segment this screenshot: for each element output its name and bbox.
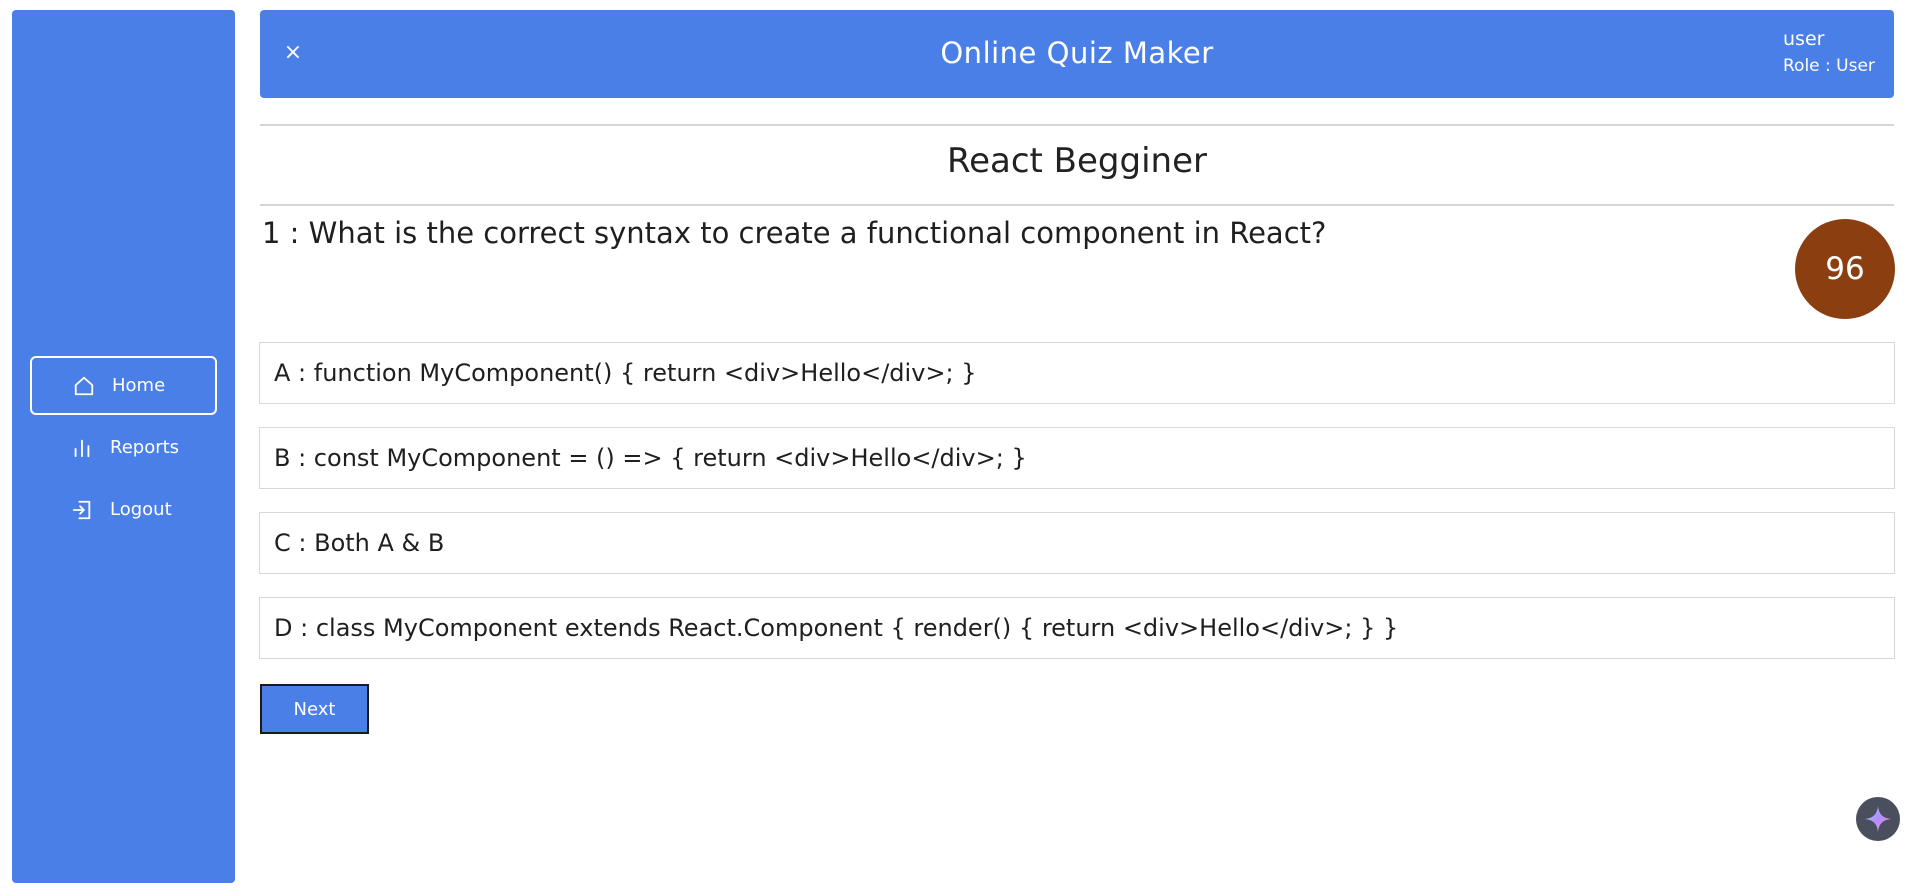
option-b[interactable]: B : const MyComponent = () => { return <…: [259, 427, 1895, 489]
option-a[interactable]: A : function MyComponent() { return <div…: [259, 342, 1895, 404]
sidebar-item-label: Reports: [110, 437, 180, 458]
assistant-button[interactable]: [1856, 797, 1900, 841]
divider: [260, 124, 1894, 126]
sidebar-item-reports[interactable]: Reports: [30, 418, 217, 477]
sidebar-item-label: Logout: [110, 499, 172, 520]
sidebar-item-home[interactable]: Home: [30, 356, 217, 415]
quiz-title: React Begginer: [947, 141, 1207, 181]
sidebar-item-label: Home: [112, 375, 166, 396]
user-role: Role : User: [1783, 56, 1875, 76]
user-info: user Role : User: [1783, 26, 1875, 80]
user-name: user: [1783, 28, 1825, 50]
question-text: 1 : What is the correct syntax to create…: [262, 216, 1327, 250]
app-title: Online Quiz Maker: [940, 36, 1214, 70]
option-d[interactable]: D : class MyComponent extends React.Comp…: [259, 597, 1895, 659]
bar-chart-icon: [70, 436, 94, 460]
timer-badge: 96: [1795, 219, 1895, 319]
option-c[interactable]: C : Both A & B: [259, 512, 1895, 574]
app-header: × Online Quiz Maker user Role : User: [260, 10, 1894, 98]
sidebar: Home Reports Logout: [12, 10, 235, 883]
sparkle-icon: [1864, 805, 1892, 833]
next-button[interactable]: Next: [260, 684, 369, 734]
divider: [260, 204, 1894, 206]
logout-icon: [70, 498, 94, 522]
sidebar-item-logout[interactable]: Logout: [30, 480, 217, 539]
home-icon: [72, 374, 96, 398]
